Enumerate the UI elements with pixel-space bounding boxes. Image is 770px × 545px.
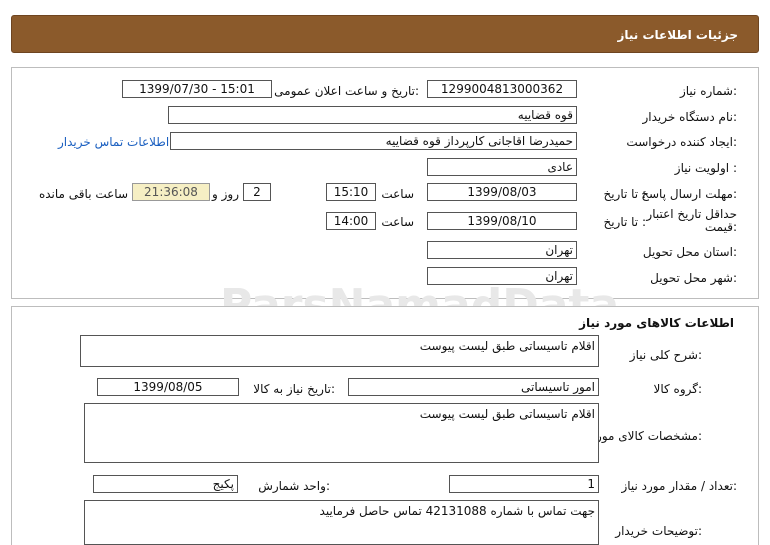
goods-group-field: امور تاسیساتی xyxy=(348,378,599,396)
min-validity-label: حداقل تاریخ اعتبار قیمت: xyxy=(646,207,737,234)
buyer-notes-field: جهت تماس با شماره 42131088 تماس حاصل فرم… xyxy=(84,500,599,545)
validity-to-date-label: تا تاریخ : xyxy=(603,215,646,229)
need-number-field: 1299004813000362 xyxy=(427,80,577,98)
general-desc-label: شرح کلی نیاز: xyxy=(629,348,702,362)
city-label: شهر محل تحویل: xyxy=(650,271,737,285)
need-info-panel xyxy=(11,67,759,299)
province-field: تهران xyxy=(427,241,577,259)
creator-field: حمیدرضا اقاجانی کارپرداز قوه قضاییه xyxy=(170,132,577,150)
city-field: تهران xyxy=(427,267,577,285)
days-remaining-field: 2 xyxy=(243,183,271,201)
general-desc-field: اقلام تاسیساتی طبق لیست پیوست xyxy=(80,335,599,367)
remaining-label: ساعت باقی مانده xyxy=(38,187,128,201)
announce-label: تاریخ و ساعت اعلان عمومی: xyxy=(274,84,419,98)
need-date-field: 1399/08/05 xyxy=(97,378,239,396)
province-label: استان محل تحویل: xyxy=(642,245,737,259)
deadline-time-field: 15:10 xyxy=(326,183,376,201)
unit-label: واحد شمارش: xyxy=(258,479,330,493)
unit-field: پکیج xyxy=(93,475,238,493)
priority-field: عادی xyxy=(427,158,577,176)
specs-field: اقلام تاسیساتی طبق لیست پیوست xyxy=(84,403,599,463)
validity-time-field: 14:00 xyxy=(326,212,376,230)
deadline-label: مهلت ارسال پاسخ: xyxy=(641,187,737,201)
announce-field: 1399/07/30 - 15:01 xyxy=(122,80,272,98)
page-title: جزئیات اطلاعات نیاز xyxy=(11,15,759,53)
validity-date-field: 1399/08/10 xyxy=(427,212,577,230)
deadline-date-field: 1399/08/03 xyxy=(427,183,577,201)
quantity-field: 1 xyxy=(449,475,599,493)
priority-label: اولویت نیاز : xyxy=(674,161,737,175)
buyer-org-label: نام دستگاه خریدار: xyxy=(642,110,738,124)
buyer-notes-label: توضیحات خریدار: xyxy=(615,524,702,538)
day-and-label: روز و xyxy=(212,187,239,201)
creator-label: ایجاد کننده درخواست: xyxy=(626,135,737,149)
validity-time-label: ساعت xyxy=(381,215,414,229)
goods-group-label: گروه کالا: xyxy=(653,382,703,396)
need-date-label: تاریخ نیاز به کالا: xyxy=(253,382,335,396)
buyer-org-field: قوه قضاییه xyxy=(168,106,577,124)
deadline-time-label: ساعت xyxy=(381,187,414,201)
time-remaining-field: 21:36:08 xyxy=(132,183,210,201)
need-number-label: شماره نیاز: xyxy=(679,84,737,98)
goods-section-title: اطلاعات کالاهای مورد نیاز xyxy=(579,316,734,330)
buyer-contact-link[interactable]: اطلاعات تماس خریدار xyxy=(58,135,169,149)
quantity-label: تعداد / مقدار مورد نیاز: xyxy=(621,479,737,493)
deadline-to-date-label: تا تاریخ : xyxy=(603,187,646,201)
